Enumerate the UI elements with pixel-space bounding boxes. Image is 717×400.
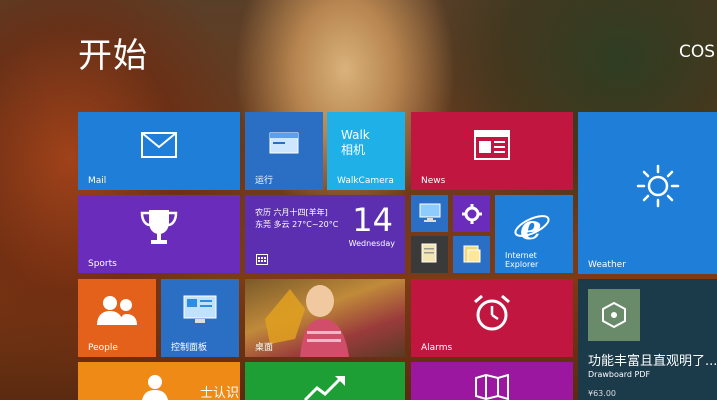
tile-ie-label: Internet Explorer <box>505 251 538 269</box>
tile-internet-explorer[interactable]: e Internet Explorer <box>495 195 573 273</box>
calendar-lunar-date: 农历 六月十四[羊年] <box>255 208 328 217</box>
tile-drawboard[interactable]: 功能丰富且直观明了... Drawboard PDF ¥63.00 <box>578 279 717 400</box>
trophy-icon <box>140 210 178 244</box>
ie-icon: e <box>514 209 550 243</box>
tile-calendar[interactable]: 农历 六月十四[羊年] 东莞 多云 27°C~20°C 14 Wednesday <box>245 195 405 273</box>
tile-sports[interactable]: Sports <box>78 195 240 273</box>
calendar-weekday: Wednesday <box>348 239 395 248</box>
tile-documents[interactable] <box>411 236 448 273</box>
tile-news[interactable]: News <box>411 112 573 190</box>
calendar-weather-line: 东莞 多云 27°C~20°C <box>255 220 339 229</box>
alarm-clock-icon <box>474 294 510 331</box>
tile-weather[interactable]: Weather <box>578 112 717 274</box>
tile-walkcamera-label: WalkCamera <box>337 176 394 186</box>
run-icon <box>269 132 299 154</box>
tile-weather-label: Weather <box>588 260 626 270</box>
tile-control-panel[interactable]: 控制面板 <box>161 279 239 357</box>
tile-mail[interactable]: Mail <box>78 112 240 190</box>
tile-computer[interactable] <box>411 195 448 232</box>
gear-icon <box>462 204 482 224</box>
control-panel-icon <box>183 295 217 323</box>
user-account-name[interactable]: COS <box>679 42 715 62</box>
drawboard-logo <box>588 289 640 341</box>
document-icon <box>421 243 437 263</box>
tile-maps[interactable] <box>411 362 573 400</box>
partial-tile-text: 士认识 <box>200 386 240 400</box>
tile-control-panel-label: 控制面板 <box>171 343 208 353</box>
drawboard-icon <box>602 301 626 329</box>
tile-explorer[interactable] <box>453 236 490 273</box>
page-title: 开始 <box>78 36 148 76</box>
walkcamera-title: Walk 相机 <box>341 128 370 158</box>
calendar-day: 14 <box>352 201 393 239</box>
tile-alarms-label: Alarms <box>421 343 453 353</box>
walkcamera-title-line2: 相机 <box>341 143 366 157</box>
start-screen: { "header": { "title": "开始", "user": "CO… <box>0 0 717 400</box>
tile-people-label: People <box>88 343 118 353</box>
person-silhouette-icon <box>142 375 168 400</box>
tile-run[interactable]: 运行 <box>245 112 323 190</box>
news-icon <box>474 130 510 160</box>
folder-icon <box>463 245 481 263</box>
tile-settings[interactable] <box>453 195 490 232</box>
mail-icon <box>141 132 177 158</box>
calendar-info: 农历 六月十四[羊年] 东莞 多云 27°C~20°C <box>255 207 338 231</box>
tile-alarms[interactable]: Alarms <box>411 279 573 357</box>
tile-desktop[interactable]: 桌面 <box>245 279 405 357</box>
tile-mail-label: Mail <box>88 176 107 186</box>
tile-desktop-label: 桌面 <box>255 343 274 353</box>
ie-label-line2: Explorer <box>505 260 539 269</box>
tile-people[interactable]: People <box>78 279 156 357</box>
computer-icon <box>419 203 441 222</box>
sun-icon <box>636 164 680 208</box>
tile-run-label: 运行 <box>255 176 274 186</box>
walkcamera-title-line1: Walk <box>341 128 370 142</box>
chart-up-icon <box>303 376 345 400</box>
tile-walkcamera[interactable]: Walk 相机 WalkCamera <box>327 112 405 190</box>
tile-finance[interactable] <box>245 362 405 400</box>
ie-label-line1: Internet <box>505 251 537 260</box>
tile-news-label: News <box>421 176 446 186</box>
drawboard-app-name: Drawboard PDF <box>588 370 651 379</box>
calendar-icon <box>256 254 268 265</box>
svg-text:e: e <box>520 209 542 243</box>
drawboard-description: 功能丰富且直观明了... <box>588 354 717 369</box>
people-icon <box>97 296 137 325</box>
map-icon <box>475 374 509 400</box>
tile-sports-label: Sports <box>88 259 117 269</box>
drawboard-price: ¥63.00 <box>588 389 616 398</box>
